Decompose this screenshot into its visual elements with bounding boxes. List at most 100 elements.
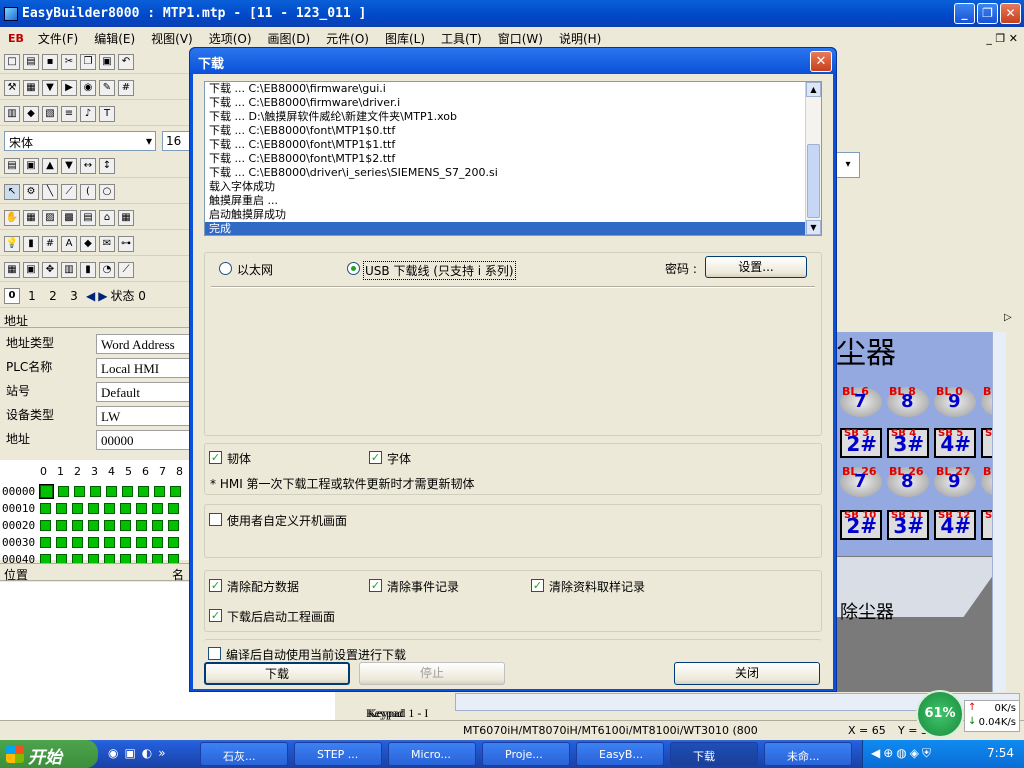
canvas-lamp[interactable]: BL 26 7 <box>840 465 882 497</box>
task-item-active[interactable]: 下载 <box>670 742 758 766</box>
start-after-label[interactable]: 下载后启动工程画面 <box>227 608 335 625</box>
grid-cell[interactable] <box>72 537 83 548</box>
canvas-lamp[interactable]: BL 26 8 <box>887 465 929 497</box>
grid-cell[interactable] <box>72 503 83 514</box>
station-value[interactable]: Default <box>96 382 190 402</box>
canvas-button[interactable]: SB 4 3# <box>887 428 929 458</box>
grid-cell[interactable] <box>72 520 83 531</box>
grid-cell[interactable] <box>152 520 163 531</box>
log-line[interactable]: 下载 ... C:\EB8000\font\MTP1$1.ttf <box>205 138 821 152</box>
next-state-icon[interactable]: ▶ <box>98 289 107 303</box>
grid-cell[interactable] <box>168 537 179 548</box>
net-gauge[interactable]: 61% <box>916 690 964 738</box>
task-item[interactable]: EasyB... <box>576 742 664 766</box>
mdi-controls[interactable]: _ ❐ ✕ <box>986 32 1018 45</box>
grid-cell[interactable] <box>168 520 179 531</box>
grid-cell[interactable] <box>120 537 131 548</box>
text-library-icon[interactable]: T <box>99 105 115 122</box>
grid-cell[interactable] <box>120 503 131 514</box>
grid-cell[interactable] <box>170 486 181 497</box>
log-line[interactable]: 下载 ... D:\触摸屏软件威纶\新建文件夹\MTP1.xob <box>205 110 821 124</box>
ethernet-radio[interactable] <box>219 262 232 275</box>
start-button[interactable]: 开始 <box>0 740 98 768</box>
compile-icon[interactable]: ▦ <box>23 79 39 96</box>
set-bit-icon[interactable]: ▨ <box>42 209 58 226</box>
menu-help[interactable]: 说明(H) <box>551 30 609 47</box>
state-3-button[interactable]: 3 <box>65 289 83 303</box>
tools-icon[interactable]: ⚒ <box>4 79 20 96</box>
keypad-icon[interactable]: ▦ <box>4 261 20 278</box>
plc-name-value[interactable]: Local HMI <box>96 358 190 378</box>
task-item[interactable]: 石灰... <box>200 742 288 766</box>
open-folder-icon[interactable]: ▤ <box>23 53 39 70</box>
minimize-button[interactable]: _ <box>954 3 975 24</box>
log-line[interactable]: 载入字体成功 <box>205 180 821 194</box>
dropdown-arrow-icon[interactable]: ▾ <box>836 152 860 178</box>
font-label[interactable]: 字体 <box>387 450 411 467</box>
font-select[interactable]: 宋体 ▾ <box>4 131 156 151</box>
scroll-up-icon[interactable]: ▲ <box>806 82 821 97</box>
table-icon[interactable]: ▦ <box>118 209 134 226</box>
shape-library-icon[interactable]: ◆ <box>23 105 39 122</box>
copy-icon[interactable]: ❐ <box>80 53 96 70</box>
main-titlebar[interactable]: EasyBuilder8000 : MTP1.mtp - [11 - 123_0… <box>0 0 1024 27</box>
layer-up-icon[interactable]: ▲ <box>42 157 58 174</box>
auto-download-label[interactable]: 编译后自动使用当前设置进行下载 <box>226 646 406 663</box>
close-dialog-button[interactable]: 关闭 <box>674 662 820 685</box>
address-value[interactable]: 00000 <box>96 430 190 450</box>
log-scrollbar[interactable]: ▲ ▼ <box>805 82 821 235</box>
grid-cell[interactable] <box>58 486 69 497</box>
log-line[interactable]: 触摸屏重启 ... <box>205 194 821 208</box>
menu-window[interactable]: 窗口(W) <box>490 30 551 47</box>
menu-draw[interactable]: 画图(D) <box>260 30 319 47</box>
grid-cell[interactable] <box>138 486 149 497</box>
new-file-icon[interactable]: □ <box>4 53 20 70</box>
state-1-button[interactable]: 1 <box>23 289 41 303</box>
task-item[interactable]: Micro... <box>388 742 476 766</box>
usb-label[interactable]: USB 下载线 (只支持 i 系列) <box>363 261 516 280</box>
sound-icon[interactable]: ♪ <box>80 105 96 122</box>
set-word-icon[interactable]: ▩ <box>61 209 77 226</box>
grid-cell[interactable] <box>104 537 115 548</box>
grid-cell[interactable] <box>104 503 115 514</box>
line-icon[interactable]: ╲ <box>42 183 58 200</box>
prev-state-icon[interactable]: ◀ <box>86 289 95 303</box>
dialog-close-icon[interactable]: ✕ <box>810 51 832 72</box>
device-type-value[interactable]: LW <box>96 406 190 426</box>
window-icon[interactable]: ▣ <box>23 261 39 278</box>
usb-radio[interactable] <box>347 262 360 275</box>
library-icon[interactable]: ▥ <box>4 105 20 122</box>
log-line[interactable]: 完成 <box>205 222 821 235</box>
tray-icons[interactable]: ◀⊕◍◈⛨ <box>871 746 934 761</box>
grid-cell[interactable] <box>104 520 115 531</box>
auto-download-checkbox[interactable] <box>208 647 221 660</box>
grid-cell[interactable] <box>74 486 85 497</box>
move-icon[interactable]: ✥ <box>42 261 58 278</box>
animation-icon[interactable]: ▥ <box>61 261 77 278</box>
quick-launch[interactable]: ◉▣◐» <box>108 746 172 760</box>
pointer-icon[interactable]: ↖ <box>4 183 20 200</box>
canvas-button[interactable]: SB 11 3# <box>887 510 929 540</box>
clear-event-label[interactable]: 清除事件记录 <box>387 578 459 595</box>
menu-tools[interactable]: 工具(T) <box>433 30 490 47</box>
task-item[interactable]: Proje... <box>482 742 570 766</box>
close-button[interactable]: ✕ <box>1000 3 1021 24</box>
cut-icon[interactable]: ✂ <box>61 53 77 70</box>
log-line[interactable]: 下载 ... C:\EB8000\firmware\driver.i <box>205 96 821 110</box>
firmware-checkbox[interactable]: ✓ <box>209 451 222 464</box>
grid-cell[interactable] <box>88 503 99 514</box>
task-item[interactable]: 未命... <box>764 742 852 766</box>
shape-icon[interactable]: ◆ <box>80 235 96 252</box>
edit-icon[interactable]: ✎ <box>99 79 115 96</box>
grid-cell[interactable] <box>168 503 179 514</box>
grid-cell[interactable] <box>122 486 133 497</box>
word-lamp-icon[interactable]: ▦ <box>23 209 39 226</box>
state-0-button[interactable]: 0 <box>4 287 20 304</box>
picture-library-icon[interactable]: ▧ <box>42 105 58 122</box>
log-line[interactable]: 下载 ... C:\EB8000\firmware\gui.i <box>205 82 821 96</box>
grid-cell[interactable] <box>40 503 51 514</box>
grid-cell[interactable] <box>40 520 51 531</box>
same-height-icon[interactable]: ↕ <box>99 157 115 174</box>
download-icon[interactable]: ▼ <box>42 79 58 96</box>
slider-icon[interactable]: ⊶ <box>118 235 134 252</box>
